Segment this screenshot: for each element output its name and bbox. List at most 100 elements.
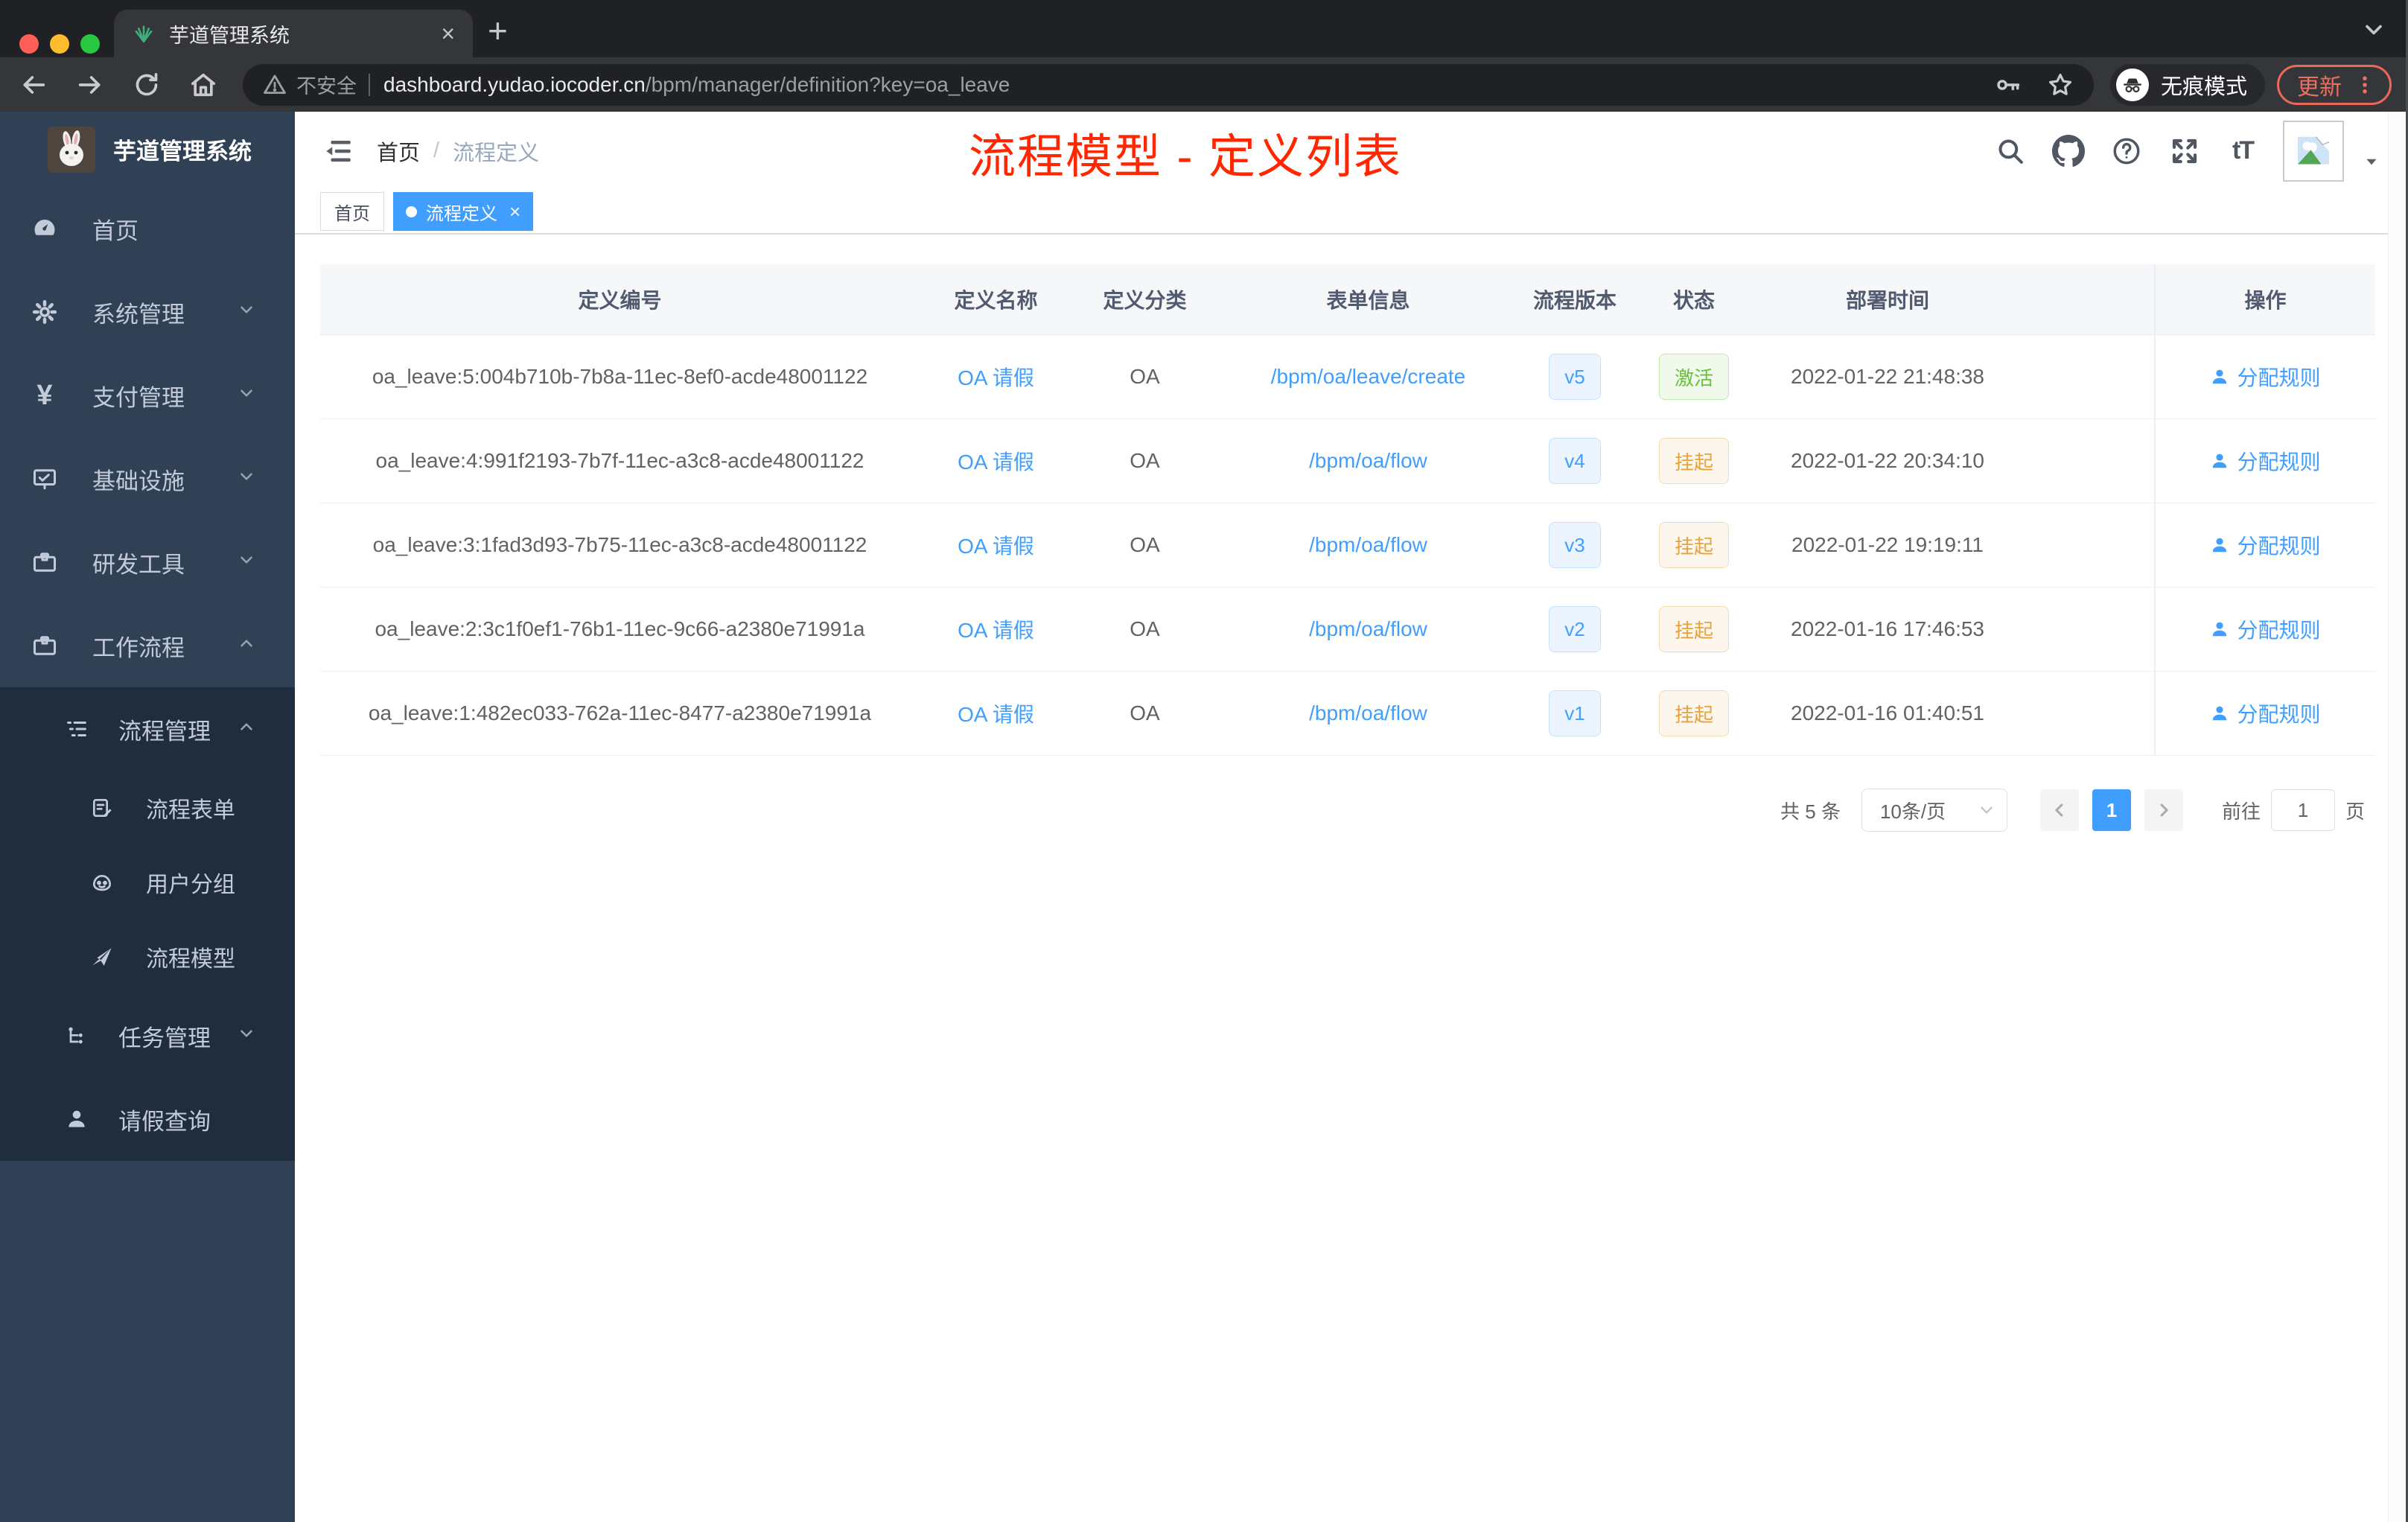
search-icon[interactable] <box>1993 133 2028 169</box>
definition-id: oa_leave:2:3c1f0ef1-76b1-11ec-9c66-a2380… <box>320 588 920 672</box>
sidebar-item-process-model[interactable]: 流程模型 <box>0 920 295 994</box>
sidebar-item-label: 流程表单 <box>146 798 235 823</box>
browser-update-button[interactable]: 更新 <box>2277 64 2392 105</box>
sidebar-item-label: 流程管理 <box>118 718 211 745</box>
password-key-icon[interactable] <box>1994 71 2022 99</box>
new-tab-button[interactable]: + <box>488 13 508 48</box>
window-zoom-button[interactable] <box>80 34 100 54</box>
page-size-value: 10条/页 <box>1879 800 1946 823</box>
window-minimize-button[interactable] <box>50 34 69 54</box>
form-link[interactable]: /bpm/oa/flow <box>1309 701 1427 725</box>
definition-name-link[interactable]: OA 请假 <box>958 698 1034 728</box>
font-size-icon[interactable]: tT <box>2225 133 2261 169</box>
spacer-cell <box>2018 672 2154 756</box>
definition-id: oa_leave:5:004b710b-7b8a-11ec-8ef0-acde4… <box>320 335 920 419</box>
face-icon <box>88 870 116 894</box>
assign-rule-link[interactable]: 分配规则 <box>2210 530 2321 560</box>
col-definition-id: 定义编号 <box>320 264 920 335</box>
sidebar-item-user-group[interactable]: 用户分组 <box>0 845 295 920</box>
sidebar-item-home[interactable]: 首页 <box>0 187 295 270</box>
goto-page-input[interactable] <box>2270 789 2335 831</box>
sidebar-item-label: 首页 <box>92 217 138 244</box>
workflow-submenu: 流程管理 流程表单 用户分组 流程模型 任务管理 请假查询 <box>0 687 295 1161</box>
update-label: 更新 <box>2297 74 2342 100</box>
tag-home[interactable]: 首页 <box>320 192 384 231</box>
fullscreen-icon[interactable] <box>2167 133 2202 169</box>
window-close-button[interactable] <box>19 34 39 54</box>
sidebar-item-system[interactable]: 系统管理 <box>0 270 295 354</box>
sidebar-item-leave-query[interactable]: 请假查询 <box>0 1077 295 1161</box>
url-bar[interactable]: 不安全 dashboard.yudao.iocoder.cn/bpm/manag… <box>243 63 2094 106</box>
spacer-cell <box>2018 503 2154 588</box>
sidebar-item-infrastructure[interactable]: 基础设施 <box>0 437 295 520</box>
assign-rule-link[interactable]: 分配规则 <box>2210 614 2321 644</box>
sidebar-item-process-form[interactable]: 流程表单 <box>0 771 295 845</box>
col-status: 状态 <box>1631 264 1757 335</box>
assign-rule-label: 分配规则 <box>2237 535 2321 558</box>
browser-menu-icon[interactable] <box>2354 74 2376 96</box>
assign-rule-link[interactable]: 分配规则 <box>2210 362 2321 392</box>
chevron-down-icon <box>237 299 256 325</box>
assign-rule-link[interactable]: 分配规则 <box>2210 446 2321 476</box>
sidebar-item-label: 用户分组 <box>146 873 235 897</box>
chevron-down-icon <box>237 549 256 576</box>
security-label[interactable]: 不安全 <box>296 70 357 99</box>
breadcrumb-home[interactable]: 首页 <box>377 136 420 167</box>
chevron-down-icon <box>237 382 256 409</box>
assign-rule-link[interactable]: 分配规则 <box>2210 698 2321 728</box>
page-scrollbar[interactable] <box>2388 112 2406 1522</box>
sidebar-item-task-management[interactable]: 任务管理 <box>0 994 295 1077</box>
tag-close-icon[interactable]: × <box>509 200 520 223</box>
definition-name-link[interactable]: OA 请假 <box>958 530 1034 560</box>
url-path: /bpm/manager/definition?key=oa_leave <box>645 72 1010 96</box>
bookmark-star-icon[interactable] <box>2046 71 2074 99</box>
chevron-down-icon <box>1981 806 1993 814</box>
github-icon[interactable] <box>2051 133 2086 169</box>
status-badge: 激活 <box>1658 354 1729 400</box>
definition-category: OA <box>1072 419 1217 503</box>
sidebar-item-process-management[interactable]: 流程管理 <box>0 687 295 771</box>
deploy-time: 2022-01-22 21:48:38 <box>1757 335 2018 419</box>
assign-rule-label: 分配规则 <box>2237 366 2321 389</box>
breadcrumb-current: 流程定义 <box>453 141 540 165</box>
table-row: oa_leave:2:3c1f0ef1-76b1-11ec-9c66-a2380… <box>320 588 2375 672</box>
table-header-row: 定义编号 定义名称 定义分类 表单信息 流程版本 状态 部署时间 操作 <box>320 264 2375 335</box>
avatar-dropdown-icon[interactable] <box>2362 152 2381 175</box>
status-badge: 挂起 <box>1658 606 1729 652</box>
sidebar-item-label: 流程模型 <box>146 947 235 972</box>
sidebar-item-label: 系统管理 <box>92 301 185 328</box>
browser-tab[interactable]: 芋道管理系统 × <box>114 10 473 57</box>
page-number-button[interactable]: 1 <box>2092 789 2131 831</box>
page-size-select[interactable]: 10条/页 <box>1861 789 2007 832</box>
tab-close-icon[interactable]: × <box>441 22 455 45</box>
form-link[interactable]: /bpm/oa/flow <box>1309 533 1427 557</box>
deploy-time: 2022-01-22 20:34:10 <box>1757 419 2018 503</box>
url-text[interactable]: dashboard.yudao.iocoder.cn/bpm/manager/d… <box>383 73 1979 97</box>
back-button[interactable] <box>16 68 51 102</box>
reload-button[interactable] <box>130 68 164 102</box>
sidebar-item-dev-tools[interactable]: 研发工具 <box>0 520 295 604</box>
tag-process-definition[interactable]: 流程定义 × <box>393 192 534 231</box>
sidebar-item-workflow[interactable]: 工作流程 <box>0 604 295 687</box>
form-link[interactable]: /bpm/oa/leave/create <box>1271 365 1466 389</box>
prev-page-button[interactable] <box>2039 789 2079 831</box>
sidebar-item-label: 基础设施 <box>92 468 185 494</box>
url-separator <box>369 73 370 96</box>
tab-search-icon[interactable] <box>2360 16 2387 43</box>
definition-name-link[interactable]: OA 请假 <box>958 614 1034 644</box>
chevron-left-icon <box>2055 803 2063 817</box>
sidebar-item-label: 请假查询 <box>118 1108 211 1135</box>
next-page-button[interactable] <box>2144 789 2183 831</box>
chevron-up-icon <box>237 632 256 659</box>
avatar[interactable] <box>2283 120 2344 182</box>
sidebar-toggle-icon[interactable] <box>322 134 356 168</box>
forward-button[interactable] <box>73 68 107 102</box>
help-icon[interactable] <box>2109 133 2144 169</box>
sidebar-item-payment[interactable]: ¥ 支付管理 <box>0 354 295 437</box>
form-link[interactable]: /bpm/oa/flow <box>1309 449 1427 473</box>
definition-name-link[interactable]: OA 请假 <box>958 446 1034 476</box>
form-link[interactable]: /bpm/oa/flow <box>1309 617 1427 641</box>
home-button[interactable] <box>186 68 220 102</box>
definition-name-link[interactable]: OA 请假 <box>958 362 1034 392</box>
tag-label: 流程定义 <box>426 203 497 224</box>
